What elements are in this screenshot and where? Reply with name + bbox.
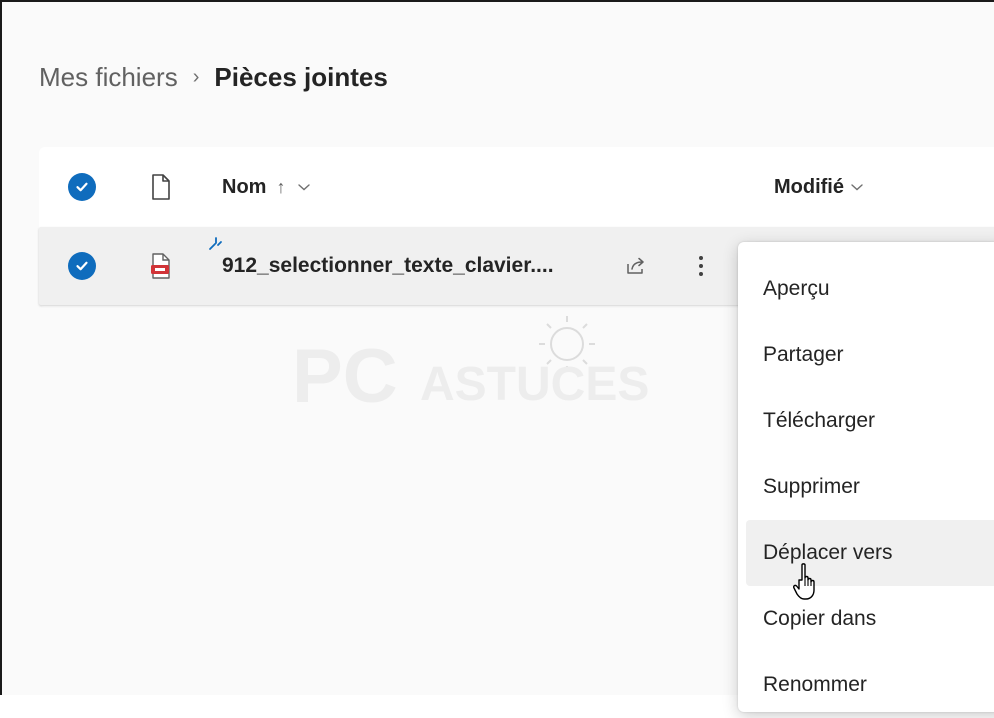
breadcrumb-parent[interactable]: Mes fichiers <box>39 62 178 93</box>
column-header-modified-label: Modifié <box>774 175 844 198</box>
context-menu: Aperçu Partager Télécharger Supprimer Dé… <box>738 242 994 712</box>
sort-ascending-icon: ↑ <box>276 176 286 197</box>
hand-pointer-cursor-icon <box>793 563 815 600</box>
menu-item-delete[interactable]: Supprimer <box>746 454 994 520</box>
chevron-down-icon <box>851 184 863 191</box>
column-header-modified[interactable]: Modifié <box>774 176 864 199</box>
window-frame: Mes fichiers › Pièces jointes Nom ↑ Modi… <box>0 0 994 712</box>
share-icon <box>627 257 644 274</box>
menu-item-share[interactable]: Partager <box>746 322 994 388</box>
new-file-sparkle-icon <box>209 237 222 250</box>
chevron-down-icon <box>298 184 311 191</box>
share-button[interactable] <box>622 252 650 280</box>
breadcrumb-separator-icon: › <box>192 65 200 88</box>
menu-item-move-to[interactable]: Déplacer vers <box>746 520 994 586</box>
breadcrumb-current: Pièces jointes <box>214 61 388 92</box>
menu-item-download[interactable]: Télécharger <box>746 388 994 454</box>
select-all-checkbox[interactable] <box>68 173 96 201</box>
checkmark-icon <box>76 261 88 271</box>
svg-text:PC: PC <box>292 334 398 419</box>
breadcrumb: Mes fichiers › Pièces jointes <box>39 60 388 94</box>
column-header-name[interactable]: Nom ↑ <box>222 176 311 199</box>
svg-text:ASTUCES: ASTUCES <box>420 358 649 411</box>
menu-item-copy-to[interactable]: Copier dans <box>746 586 994 652</box>
file-name[interactable]: 912_selectionner_texte_clavier.... <box>222 254 554 278</box>
column-header-name-label: Nom <box>222 175 267 198</box>
watermark-logo: PC ASTUCES <box>292 316 649 419</box>
row-checkbox[interactable] <box>68 252 96 280</box>
menu-item-rename[interactable]: Renommer <box>746 652 994 718</box>
pdf-file-icon <box>149 251 173 281</box>
menu-item-preview[interactable]: Aperçu <box>746 256 994 322</box>
checkmark-icon <box>76 182 88 192</box>
more-options-icon[interactable] <box>691 249 711 283</box>
file-list-header: Nom ↑ Modifié <box>39 147 994 227</box>
file-type-header-icon <box>149 172 173 202</box>
